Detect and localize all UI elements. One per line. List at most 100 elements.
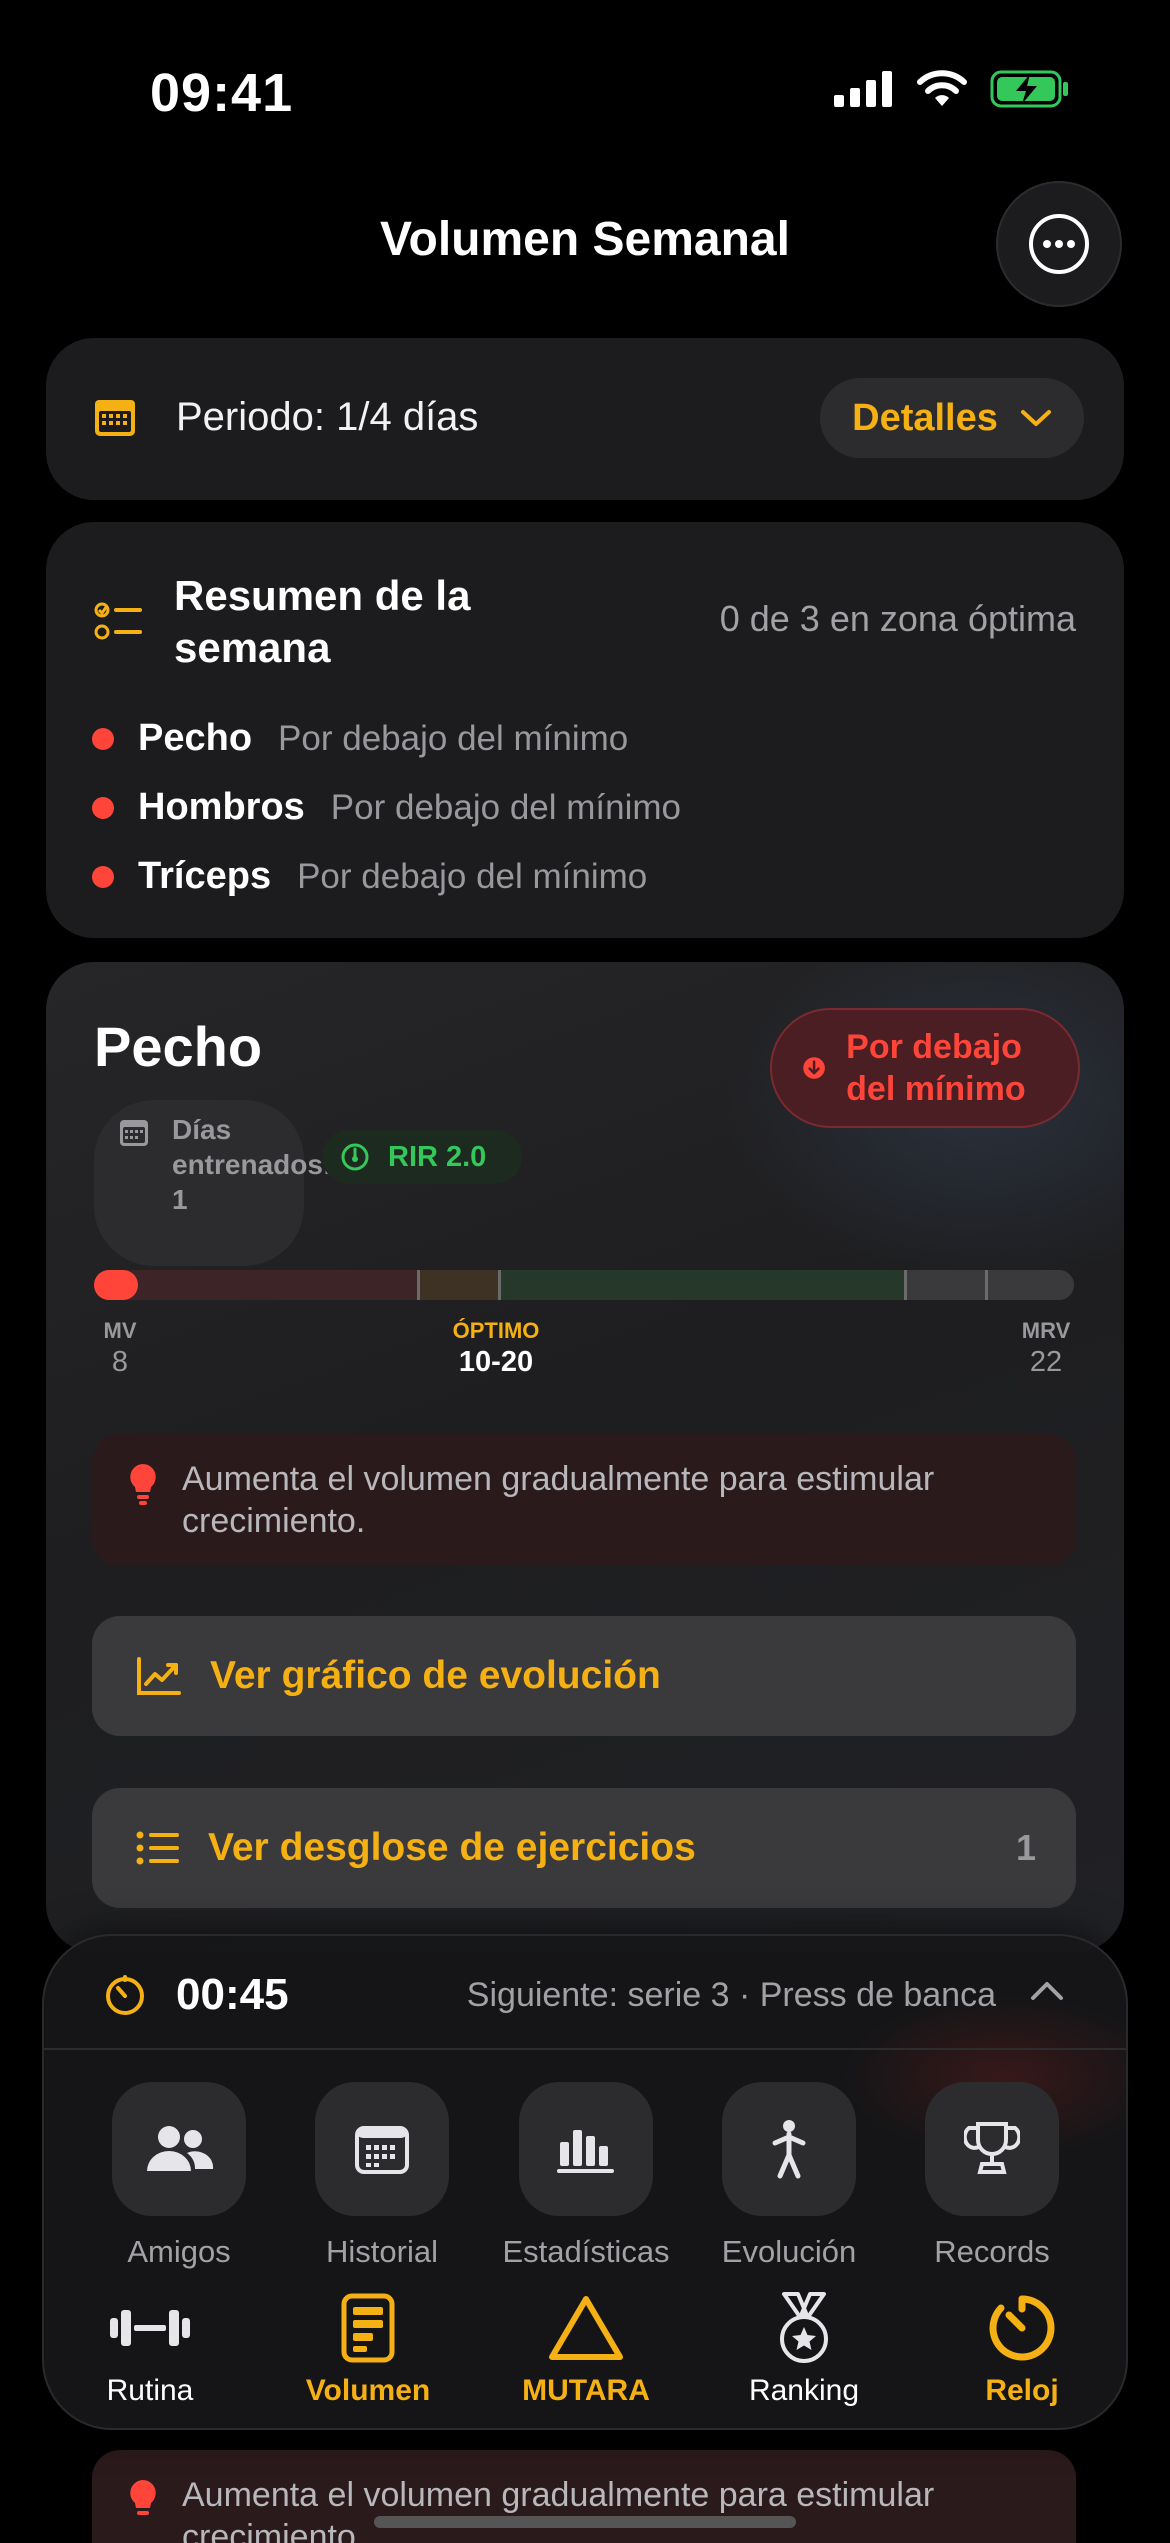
period-card: Periodo: 1/4 días Detalles [46, 338, 1124, 500]
tab-ranking[interactable]: Ranking [704, 2288, 904, 2408]
details-label: Detalles [852, 396, 998, 439]
view-evolution-chart-button[interactable]: Ver gráfico de evolución [92, 1616, 1076, 1736]
tip-text: Aumenta el volumen gradualmente para est… [182, 2476, 935, 2543]
quick-action-amigos[interactable]: Amigos [89, 2082, 269, 2270]
muscle-name: Pecho [138, 717, 253, 759]
muscle-name: Tríceps [138, 855, 272, 897]
lightbulb-icon [130, 2480, 156, 2515]
page-title: Volumen Semanal [380, 213, 790, 266]
tab-reloj[interactable]: Reloj [922, 2288, 1122, 2408]
quick-action-estadisticas[interactable]: Estadísticas [496, 2082, 676, 2270]
tab-volumen[interactable]: Volumen [268, 2288, 468, 2408]
quick-actions-row: Amigos Historial Estadísticas Evolución … [44, 2082, 1126, 2282]
tip-banner: Aumenta el volumen gradualmente para est… [92, 1434, 1076, 1566]
medal-icon [780, 2292, 828, 2363]
quick-action-evolucion[interactable]: Evolución [699, 2082, 879, 2270]
muscle-status: Por debajo del mínimo [278, 718, 629, 758]
volume-range-bar [94, 1270, 1074, 1300]
tip-text: Aumenta el volumen gradualmente para est… [182, 1460, 935, 1540]
scale-tick [417, 1270, 420, 1300]
scale-mv-label: MV [103, 1318, 137, 1343]
timer-value: 00:45 [176, 1970, 289, 2019]
person-icon [772, 2120, 806, 2179]
next-set-text: Siguiente: serie 3 · Press de banca [466, 1976, 996, 2014]
tab-label: Volumen [305, 2374, 431, 2407]
scale-tick [904, 1270, 907, 1300]
status-dot [92, 727, 114, 750]
quick-action-historial[interactable]: Historial [292, 2082, 472, 2270]
timer-icon [989, 2295, 1055, 2361]
details-button[interactable]: Detalles [820, 378, 1084, 458]
status-bar: 09:41 [0, 0, 1170, 190]
document-icon [341, 2293, 395, 2363]
scale-optimo-value: 10-20 [458, 1346, 534, 1378]
quick-action-label: Historial [326, 2234, 438, 2269]
quick-action-label: Estadísticas [502, 2234, 670, 2269]
status-dot [92, 796, 114, 819]
view-exercise-breakdown-button[interactable]: Ver desglose de ejercicios 1 [92, 1788, 1076, 1908]
rest-timer-row[interactable]: 00:45 Siguiente: serie 3 · Press de banc… [44, 1936, 1126, 2050]
rir-value: RIR 2.0 [388, 1140, 487, 1173]
chevron-down-icon [1020, 410, 1051, 426]
quick-action-label: Evolución [721, 2234, 857, 2269]
calendar-icon [95, 400, 135, 436]
list-icon [136, 1831, 179, 1865]
period-label: Periodo: 1/4 días [176, 395, 479, 439]
checklist-icon [94, 602, 142, 640]
tab-label: Ranking [748, 2374, 860, 2407]
signal-icon [834, 71, 892, 107]
status-badge-text: Por debajo del mínimo [846, 1028, 1026, 1108]
triangle-icon [549, 2296, 623, 2360]
quick-action-label: Records [934, 2234, 1050, 2269]
status-badge: Por debajo del mínimo [770, 1008, 1080, 1128]
scale-tick [985, 1270, 988, 1300]
tip-banner-next: Aumenta el volumen gradualmente para est… [92, 2450, 1076, 2543]
muscle-status: Por debajo del mínimo [330, 787, 681, 827]
volume-progress-fill [94, 1270, 138, 1300]
wifi-icon [917, 70, 967, 106]
status-time: 09:41 [150, 63, 294, 123]
muscle-status: Por debajo del mínimo [297, 856, 648, 896]
line-chart-icon [137, 1657, 181, 1695]
summary-item[interactable]: Hombros Por debajo del mínimo [92, 773, 681, 842]
days-trained-text: Días entrenados: 1 [172, 1114, 333, 1215]
rir-badge: RIR 2.0 [322, 1130, 522, 1184]
exercise-count: 1 [1015, 1827, 1036, 1868]
tab-rutina[interactable]: Rutina [50, 2288, 250, 2408]
friends-icon [147, 2126, 214, 2171]
muscle-card-pecho: Pecho Días entrenados: 1 RIR 2.0 Por deb… [46, 962, 1124, 1952]
tab-label: Rutina [106, 2374, 194, 2407]
tab-bar: Rutina Volumen MUTARA Ranking Reloj [44, 2288, 1126, 2428]
battery-charging-icon [990, 70, 1068, 108]
weekly-summary-card: Resumen de la semana 0 de 3 en zona ópti… [46, 522, 1124, 938]
status-dot [92, 865, 114, 888]
bottom-navigation-panel: 00:45 Siguiente: serie 3 · Press de banc… [42, 1934, 1128, 2430]
calendar-icon [355, 2126, 409, 2174]
tab-label: Reloj [985, 2374, 1059, 2407]
timer-icon [106, 1975, 144, 2015]
evolution-button-label: Ver gráfico de evolución [210, 1654, 661, 1697]
gauge-icon [341, 1143, 369, 1171]
scale-mv-value: 8 [111, 1346, 129, 1378]
quick-action-records[interactable]: Records [902, 2082, 1082, 2270]
status-icons [834, 70, 1070, 108]
dumbbell-icon [110, 2310, 190, 2346]
arrow-down-circle-icon [803, 1057, 825, 1079]
summary-title: Resumen de la semana [174, 572, 471, 671]
more-options-button[interactable] [996, 181, 1122, 307]
trophy-icon [964, 2122, 1020, 2174]
scale-mrv-label: MRV [1021, 1318, 1071, 1343]
quick-action-label: Amigos [127, 2234, 231, 2269]
summary-item[interactable]: Tríceps Por debajo del mínimo [92, 842, 681, 911]
ellipsis-circle-icon [1029, 214, 1089, 274]
lightbulb-icon [130, 1464, 156, 1505]
muscle-title: Pecho [94, 1015, 263, 1078]
summary-list: Pecho Por debajo del mínimo Hombros Por … [92, 704, 681, 911]
chevron-up-icon[interactable] [1030, 1980, 1064, 2002]
tab-label: MUTARA [522, 2374, 650, 2407]
summary-item[interactable]: Pecho Por debajo del mínimo [92, 704, 681, 773]
tab-mutara[interactable]: MUTARA [486, 2288, 686, 2408]
days-trained-badge: Días entrenados: 1 [94, 1100, 333, 1266]
scale-mrv-value: 22 [1029, 1346, 1063, 1378]
scale-optimo-label: ÓPTIMO [452, 1318, 540, 1343]
